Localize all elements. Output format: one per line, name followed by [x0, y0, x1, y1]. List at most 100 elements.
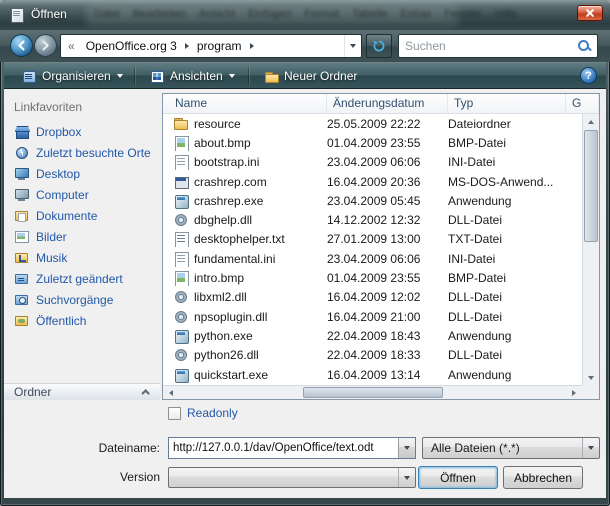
file-date-cell: 14.12.2002 12:32	[327, 213, 448, 227]
sidebar-item-searches[interactable]: Suchvorgänge	[4, 289, 160, 310]
chevron-down-icon	[229, 74, 235, 78]
horizontal-scroll-thumb[interactable]	[303, 387, 443, 398]
dll-file-icon	[173, 309, 189, 325]
breadcrumb-overflow-chevron[interactable]: «	[61, 39, 80, 53]
version-dropdown-button[interactable]	[398, 468, 415, 487]
sidebar-item-pictures[interactable]: Bilder	[4, 226, 160, 247]
file-row[interactable]: intro.bmp01.04.2009 23:55BMP-Datei	[163, 268, 582, 287]
sidebar-item-dropbox[interactable]: Dropbox	[4, 121, 160, 142]
vertical-scrollbar[interactable]	[582, 114, 599, 385]
filetype-dropdown-button[interactable]	[582, 438, 599, 458]
ghost-menu-item: Extras	[400, 8, 431, 20]
back-button[interactable]	[10, 34, 33, 57]
close-button[interactable]	[577, 5, 603, 21]
readonly-option[interactable]: Readonly	[168, 406, 238, 420]
cancel-button[interactable]: Abbrechen	[503, 466, 583, 489]
file-type-cell: Dateiordner	[448, 117, 582, 131]
search-box[interactable]	[398, 34, 598, 58]
filename-input[interactable]	[169, 438, 398, 458]
file-type-cell: INI-Datei	[448, 155, 582, 169]
help-button[interactable]: ?	[580, 67, 597, 84]
sidebar-item-documents[interactable]: Dokumente	[4, 205, 160, 226]
address-bar[interactable]: « OpenOffice.org 3 program	[60, 34, 362, 58]
file-name-cell: desktophelper.txt	[173, 231, 327, 247]
refresh-button[interactable]	[366, 34, 392, 58]
sidebar-item-public[interactable]: Öffentlich	[4, 310, 160, 331]
sidebar-item-recent[interactable]: Zuletzt besuchte Orte	[4, 142, 160, 163]
file-name-cell: npsoplugin.dll	[173, 309, 327, 325]
horizontal-scrollbar[interactable]	[163, 385, 582, 399]
file-row[interactable]: fundamental.ini23.04.2009 06:06INI-Datei	[163, 249, 582, 268]
search-input[interactable]	[399, 39, 577, 53]
ini-file-icon	[173, 251, 189, 267]
breadcrumb-arrow-icon[interactable]	[185, 43, 189, 49]
file-row[interactable]: resource25.05.2009 22:22Dateiordner	[163, 114, 582, 133]
file-row[interactable]: crashrep.com16.04.2009 20:36MS-DOS-Anwen…	[163, 172, 582, 191]
file-name-cell: intro.bmp	[173, 270, 327, 286]
file-row[interactable]: crashrep.exe23.04.2009 05:45Anwendung	[163, 191, 582, 210]
toolbar-separator	[248, 67, 249, 85]
file-row[interactable]: bootstrap.ini23.04.2009 06:06INI-Datei	[163, 153, 582, 172]
public-icon	[14, 313, 29, 328]
file-row[interactable]: desktophelper.txt27.01.2009 13:00TXT-Dat…	[163, 230, 582, 249]
file-date-cell: 16.04.2009 21:00	[327, 310, 448, 324]
scroll-right-arrow[interactable]	[566, 386, 582, 399]
search-icon[interactable]	[577, 39, 592, 54]
sidebar-item-desktop[interactable]: Desktop	[4, 163, 160, 184]
chevron-down-icon	[117, 74, 123, 78]
background-menu-ghost: DateiBearbeitenAnsichtEinfügenFormatTabe…	[94, 8, 517, 20]
sidebar-item-label: Öffentlich	[36, 314, 86, 328]
readonly-checkbox[interactable]	[168, 407, 181, 420]
close-icon	[586, 9, 594, 17]
breadcrumb-item[interactable]: program	[191, 35, 248, 57]
file-row[interactable]: libxml2.dll16.04.2009 12:02DLL-Datei	[163, 288, 582, 307]
com-file-icon	[173, 174, 189, 190]
sidebar-item-music[interactable]: Musik	[4, 247, 160, 268]
readonly-label: Readonly	[187, 406, 238, 420]
breadcrumb-arrow-icon[interactable]	[250, 43, 254, 49]
folders-label: Ordner	[14, 385, 51, 399]
version-select[interactable]	[168, 467, 416, 488]
file-row[interactable]: dbghelp.dll14.12.2002 12:32DLL-Datei	[163, 210, 582, 229]
filename-dropdown-button[interactable]	[398, 438, 415, 458]
new-folder-label: Neuer Ordner	[284, 69, 357, 83]
column-header-type[interactable]: Typ	[448, 94, 566, 113]
breadcrumb-item[interactable]: OpenOffice.org 3	[80, 35, 183, 57]
file-row[interactable]: about.bmp01.04.2009 23:55BMP-Datei	[163, 133, 582, 152]
views-icon	[149, 68, 165, 84]
sidebar-item-label: Dokumente	[36, 209, 97, 223]
file-row[interactable]: python26.dll22.04.2009 18:33DLL-Datei	[163, 346, 582, 365]
open-button[interactable]: Öffnen	[418, 466, 498, 489]
file-type-cell: BMP-Datei	[448, 136, 582, 150]
sidebar-item-recent-changed[interactable]: Zuletzt geändert	[4, 268, 160, 289]
scroll-down-arrow[interactable]	[583, 370, 599, 385]
organize-button[interactable]: Organisieren	[12, 65, 132, 87]
file-type-cell: BMP-Datei	[448, 271, 582, 285]
filetype-select[interactable]: Alle Dateien (*.*)	[422, 437, 600, 459]
views-button[interactable]: Ansichten	[140, 65, 244, 87]
filename-combobox	[168, 437, 416, 459]
desktop-icon	[14, 166, 29, 181]
sidebar-item-label: Suchvorgänge	[36, 293, 113, 307]
file-row[interactable]: npsoplugin.dll16.04.2009 21:00DLL-Datei	[163, 307, 582, 326]
scroll-left-arrow[interactable]	[163, 386, 179, 399]
column-header-date[interactable]: Änderungsdatum	[327, 94, 448, 113]
scroll-up-arrow[interactable]	[583, 114, 599, 129]
column-header-size[interactable]: G	[566, 94, 599, 113]
version-label: Version	[4, 470, 160, 484]
folders-expander[interactable]: Ordner	[4, 383, 160, 400]
dialog-body: Linkfavoriten DropboxZuletzt besuchte Or…	[4, 89, 606, 498]
vertical-scroll-thumb[interactable]	[584, 130, 598, 242]
file-row[interactable]: quickstart.exe16.04.2009 13:14Anwendung	[163, 365, 582, 384]
dll-file-icon	[173, 289, 189, 305]
command-toolbar: Organisieren Ansichten Neuer Ordner ?	[4, 62, 606, 89]
address-dropdown-button[interactable]	[344, 35, 361, 57]
sidebar-item-computer[interactable]: Computer	[4, 184, 160, 205]
file-row[interactable]: python.exe22.04.2009 18:43Anwendung	[163, 326, 582, 345]
ghost-menu-item: Datei	[94, 8, 120, 20]
file-date-cell: 23.04.2009 05:45	[327, 194, 448, 208]
column-header-name[interactable]: Name	[163, 94, 327, 113]
file-type-cell: Anwendung	[448, 329, 582, 343]
new-folder-button[interactable]: Neuer Ordner	[254, 65, 366, 87]
forward-button[interactable]	[34, 34, 57, 57]
